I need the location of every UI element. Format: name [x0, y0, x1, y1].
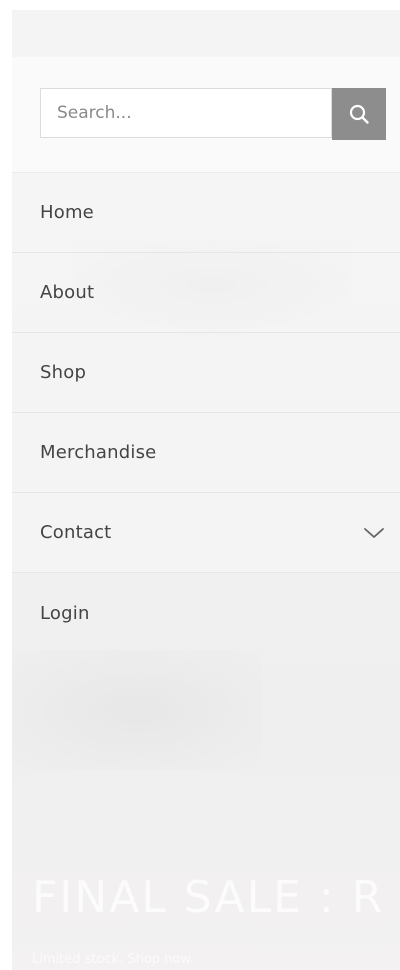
menu-item-label: Login: [40, 602, 90, 624]
search-button[interactable]: [332, 88, 386, 140]
menu-item-label: Shop: [40, 362, 87, 383]
mobile-screen: FINAL SALE : R Limited stock. Shop now. …: [0, 0, 400, 970]
menu-item-label: Merchandise: [40, 442, 157, 463]
menu-item-shop[interactable]: Shop: [12, 333, 400, 413]
chevron-down-icon[interactable]: [362, 521, 386, 545]
search-icon: [349, 104, 369, 124]
menu-item-label: About: [40, 282, 95, 303]
menu-item-about[interactable]: About: [12, 253, 400, 333]
nav-menu-list: Home About Shop Merchandise Contact Logi…: [12, 173, 400, 653]
search-field[interactable]: [40, 88, 332, 138]
menu-item-merchandise[interactable]: Merchandise: [12, 413, 400, 493]
side-drawer-menu: Home About Shop Merchandise Contact Logi…: [12, 57, 400, 970]
search-input[interactable]: [41, 89, 331, 137]
menu-item-label: Contact: [40, 522, 112, 543]
search-area: [12, 57, 400, 173]
menu-item-contact[interactable]: Contact: [12, 493, 400, 573]
menu-item-label: Home: [40, 202, 94, 223]
menu-item-home[interactable]: Home: [12, 173, 400, 253]
menu-item-login[interactable]: Login: [12, 573, 400, 653]
